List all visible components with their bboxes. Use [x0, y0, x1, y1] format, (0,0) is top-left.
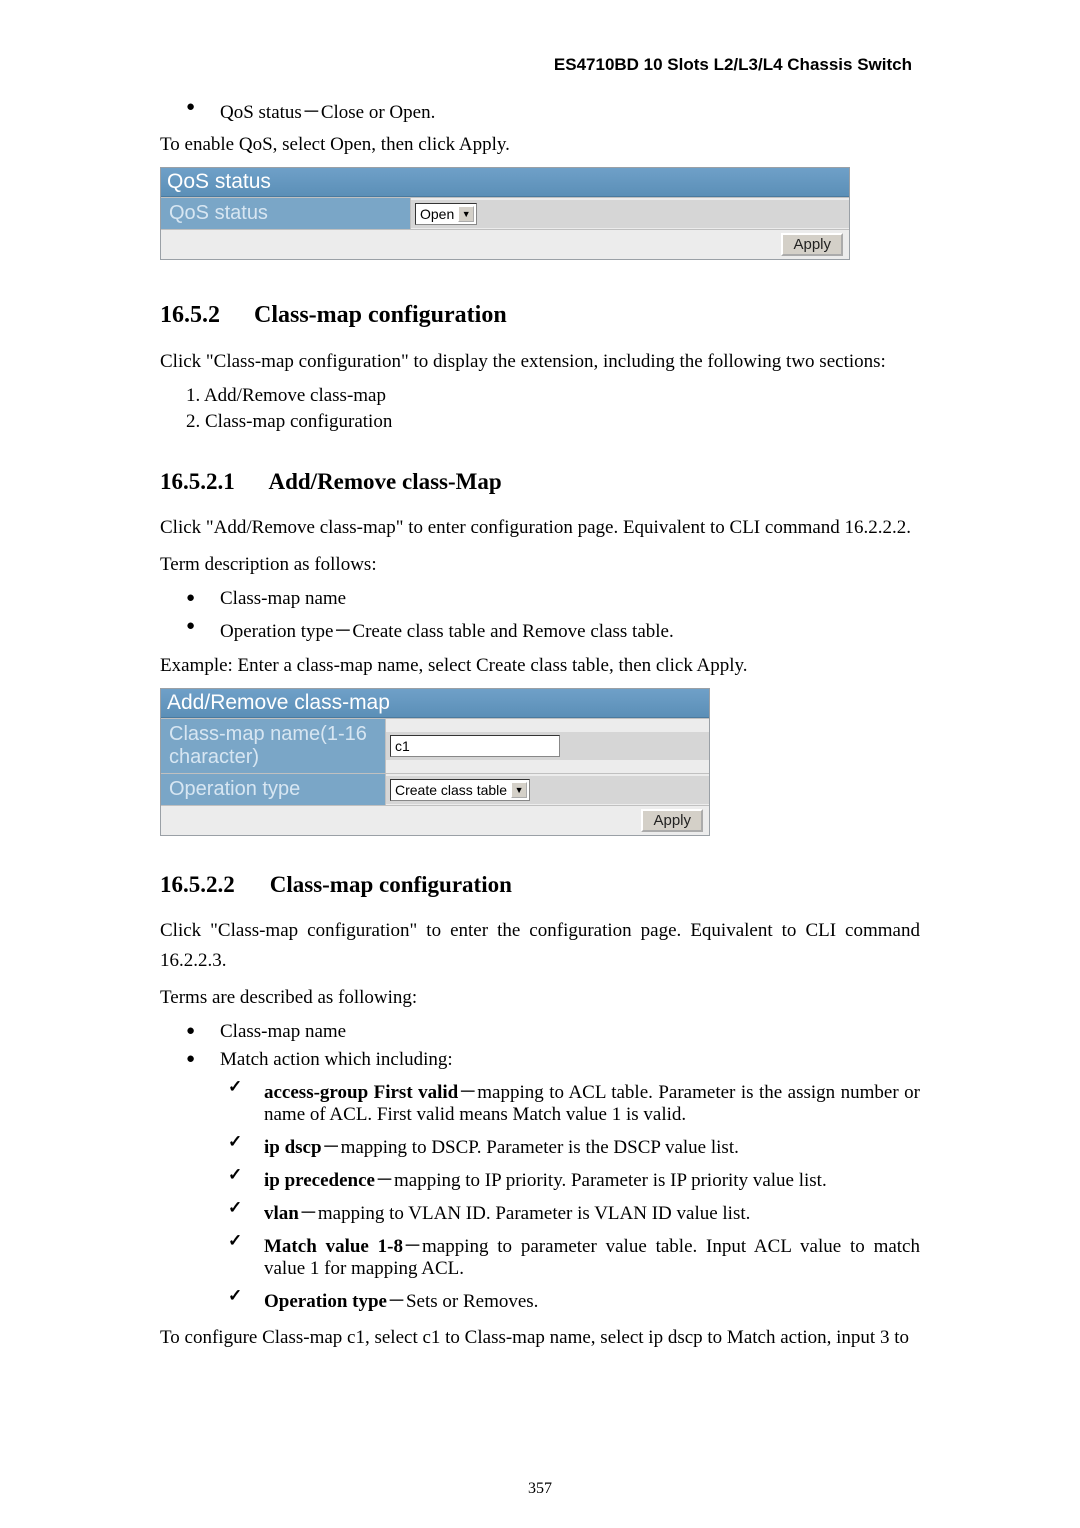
page-header: ES4710BD 10 Slots L2/L3/L4 Chassis Switc… — [160, 55, 920, 75]
heading-text: Add/Remove class-Map — [268, 469, 501, 494]
apply-button[interactable]: Apply — [641, 809, 703, 832]
numlist-2: 2. Class-map configuration — [160, 411, 920, 433]
heading-16-5-2: 16.5.2 Class-map configuration — [160, 302, 920, 329]
term-access-group: access-group First valid — [264, 1082, 458, 1103]
heading-number: 16.5.2.2 — [160, 872, 264, 898]
bullet-match-action: Match action which including: — [160, 1049, 920, 1071]
numlist-1: 1. Add/Remove class-map — [160, 385, 920, 407]
check-vlan: vlan－mapping to VLAN ID. Parameter is VL… — [160, 1198, 920, 1225]
addremove-title: Add/Remove class-map — [161, 689, 709, 718]
para-addremove-intro: Click "Add/Remove class-map" to enter co… — [160, 513, 920, 542]
check-operation-type: Operation type－Sets or Removes. — [160, 1286, 920, 1313]
term-vlan: vlan — [264, 1203, 299, 1224]
qos-status-panel: QoS status QoS status Open ▼ Apply — [160, 167, 850, 260]
para-term-desc: Term description as follows: — [160, 550, 920, 579]
check-access-group: access-group First valid－mapping to ACL … — [160, 1077, 920, 1126]
bullet-operation-type: Operation type－Create class table and Re… — [160, 616, 920, 643]
para-classmap-intro: Click "Class-map configuration" to displ… — [160, 347, 920, 376]
operation-type-label: Operation type — [161, 774, 386, 805]
bullet-qos-status: QoS status－Close or Open. — [160, 97, 920, 124]
term-ip-dscp: ip dscp — [264, 1137, 322, 1158]
classmap-name-label: Class-map name(1-16 character) — [161, 719, 386, 773]
text-ip-dscp: －mapping to DSCP. Parameter is the DSCP … — [322, 1137, 739, 1158]
classmap-name-input[interactable]: c1 — [390, 735, 560, 757]
qos-status-label: QoS status — [161, 198, 411, 229]
text-vlan: －mapping to VLAN ID. Parameter is VLAN I… — [299, 1203, 751, 1224]
para-enable-qos: To enable QoS, select Open, then click A… — [160, 130, 920, 159]
qos-status-select-value: Open — [420, 206, 454, 222]
check-ip-dscp: ip dscp－mapping to DSCP. Parameter is th… — [160, 1132, 920, 1159]
term-ip-precedence: ip precedence — [264, 1170, 375, 1191]
heading-number: 16.5.2 — [160, 302, 248, 329]
bullet-classmap-name-2: Class-map name — [160, 1021, 920, 1043]
qos-status-select[interactable]: Open ▼ — [415, 203, 477, 225]
term-match-value: Match value 1-8 — [264, 1236, 403, 1257]
check-match-value: Match value 1-8－mapping to parameter val… — [160, 1231, 920, 1280]
para-configure-c1: To configure Class-map c1, select c1 to … — [160, 1323, 920, 1352]
heading-number: 16.5.2.1 — [160, 469, 264, 495]
page-number: 357 — [0, 1480, 1080, 1498]
heading-text: Class-map configuration — [254, 302, 507, 328]
para-classmap-config-intro: Click "Class-map configuration" to enter… — [160, 916, 920, 975]
text-ip-precedence: －mapping to IP priority. Parameter is IP… — [375, 1170, 827, 1191]
operation-type-select[interactable]: Create class table ▼ — [390, 779, 530, 801]
term-operation-type: Operation type — [264, 1291, 387, 1312]
heading-text: Class-map configuration — [270, 872, 512, 897]
apply-button[interactable]: Apply — [781, 233, 843, 256]
text-operation-type: －Sets or Removes. — [387, 1291, 538, 1312]
chevron-down-icon: ▼ — [511, 782, 527, 798]
operation-type-select-value: Create class table — [395, 782, 507, 798]
qos-status-title: QoS status — [161, 168, 849, 197]
addremove-classmap-panel: Add/Remove class-map Class-map name(1-16… — [160, 688, 710, 836]
heading-16-5-2-1: 16.5.2.1 Add/Remove class-Map — [160, 469, 920, 495]
heading-16-5-2-2: 16.5.2.2 Class-map configuration — [160, 872, 920, 898]
check-ip-precedence: ip precedence－mapping to IP priority. Pa… — [160, 1165, 920, 1192]
bullet-classmap-name: Class-map name — [160, 588, 920, 610]
para-terms-described: Terms are described as following: — [160, 983, 920, 1012]
chevron-down-icon: ▼ — [458, 206, 474, 222]
para-example: Example: Enter a class-map name, select … — [160, 651, 920, 680]
